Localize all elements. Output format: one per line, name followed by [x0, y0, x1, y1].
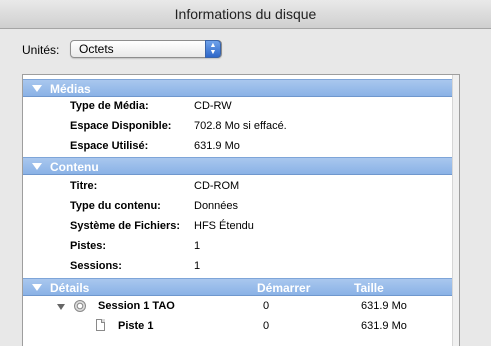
- units-popup-value: Octets: [79, 42, 114, 56]
- info-row: Titre: CD-ROM: [23, 177, 453, 197]
- disclosure-triangle-icon[interactable]: [32, 85, 42, 92]
- info-row: Pistes: 1: [23, 237, 453, 257]
- document-icon: [96, 319, 105, 331]
- column-header-size[interactable]: Taille: [354, 281, 384, 295]
- disclosure-triangle-icon[interactable]: [57, 304, 65, 310]
- units-label: Unités:: [22, 43, 60, 57]
- section-header-contenu[interactable]: Contenu: [23, 157, 453, 175]
- disk-info-outline: Médias Type de Média: CD-RW Espace Dispo…: [22, 74, 460, 346]
- info-row: Type de Média: CD-RW: [23, 97, 453, 117]
- detail-name: Piste 1: [118, 320, 154, 332]
- section-title-medias: Médias: [50, 82, 91, 96]
- row-label: Type de Média:: [70, 100, 149, 112]
- row-label: Titre:: [70, 180, 98, 192]
- info-row: Système de Fichiers: HFS Étendu: [23, 217, 453, 237]
- vertical-scrollbar[interactable]: [452, 75, 459, 346]
- section-title-contenu: Contenu: [50, 160, 99, 174]
- info-row: Type du contenu: Données: [23, 197, 453, 217]
- row-label: Pistes:: [70, 240, 107, 252]
- column-header-start[interactable]: Démarrer: [257, 281, 310, 295]
- disclosure-triangle-icon[interactable]: [32, 284, 42, 291]
- row-value: 1: [194, 260, 201, 272]
- row-label: Système de Fichiers:: [70, 220, 181, 232]
- row-label: Type du contenu:: [70, 200, 161, 212]
- window-title: Informations du disque: [0, 0, 491, 29]
- row-label: Espace Utilisé:: [70, 140, 149, 152]
- row-value: HFS Étendu: [194, 220, 254, 232]
- row-value: Données: [194, 200, 239, 212]
- row-value: 631.9 Mo: [194, 140, 240, 152]
- info-row: Sessions: 1: [23, 257, 453, 277]
- row-value: CD-RW: [194, 100, 232, 112]
- detail-start: 0: [263, 320, 270, 332]
- info-row: Espace Disponible: 702.8 Mo si effacé.: [23, 117, 453, 137]
- detail-row-session[interactable]: Session 1 TAO 0 631.9 Mo: [23, 297, 453, 317]
- units-popup[interactable]: Octets ▲ ▼: [70, 40, 222, 58]
- info-row: Espace Utilisé: 631.9 Mo: [23, 137, 453, 157]
- section-header-medias[interactable]: Médias: [23, 79, 453, 97]
- detail-row-track[interactable]: Piste 1 0 631.9 Mo: [23, 317, 453, 337]
- row-value: 1: [194, 240, 201, 252]
- detail-size: 631.9 Mo: [361, 320, 407, 332]
- section-header-details[interactable]: Détails Démarrer Taille: [23, 278, 453, 296]
- row-value: CD-ROM: [194, 180, 240, 192]
- disclosure-triangle-icon[interactable]: [32, 163, 42, 170]
- row-value: 702.8 Mo si effacé.: [194, 120, 287, 132]
- updown-arrows-icon: ▲ ▼: [205, 40, 221, 58]
- detail-name: Session 1 TAO: [98, 300, 175, 312]
- detail-start: 0: [263, 300, 270, 312]
- detail-size: 631.9 Mo: [361, 300, 407, 312]
- row-label: Sessions:: [70, 260, 122, 272]
- row-label: Espace Disponible:: [70, 120, 172, 132]
- section-title-details: Détails: [50, 281, 90, 295]
- disc-icon: [74, 300, 86, 312]
